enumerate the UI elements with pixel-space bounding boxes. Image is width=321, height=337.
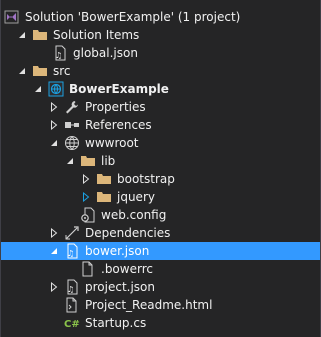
tree-item-properties[interactable]: Properties bbox=[1, 98, 320, 116]
folder-icon bbox=[96, 189, 112, 205]
html-file-icon bbox=[64, 297, 80, 313]
globe-icon bbox=[64, 135, 80, 151]
expanded-arrow-icon[interactable] bbox=[48, 137, 60, 149]
tree-label: .bowerrc bbox=[101, 262, 153, 276]
csharp-file-icon: C# bbox=[64, 315, 80, 331]
tree-label: bower.json bbox=[85, 244, 150, 258]
expanded-arrow-icon[interactable] bbox=[16, 65, 28, 77]
svg-text:♫: ♫ bbox=[55, 51, 62, 60]
web-project-icon bbox=[48, 81, 64, 97]
tree-item-solution[interactable]: Solution 'BowerExample' (1 project) bbox=[1, 8, 320, 26]
tree-label: lib bbox=[101, 154, 116, 168]
tree-label: web.config bbox=[101, 208, 167, 222]
svg-text:C#: C# bbox=[64, 319, 80, 330]
collapsed-arrow-icon[interactable] bbox=[80, 191, 92, 203]
expanded-arrow-icon[interactable] bbox=[48, 245, 60, 257]
tree-label: References bbox=[85, 118, 152, 132]
file-icon bbox=[80, 261, 96, 277]
tree-item-bowerrc[interactable]: .bowerrc bbox=[1, 260, 320, 278]
json-file-icon: ♫ bbox=[64, 243, 80, 259]
dependencies-icon bbox=[64, 225, 80, 241]
tree-label: Solution 'BowerExample' (1 project) bbox=[25, 10, 241, 24]
tree-item-wwwroot[interactable]: wwwroot bbox=[1, 134, 320, 152]
json-file-icon: ♫ bbox=[52, 45, 68, 61]
tree-item-project-json[interactable]: ♫ project.json bbox=[1, 278, 320, 296]
tree-label: Startup.cs bbox=[85, 316, 147, 330]
folder-icon bbox=[32, 27, 48, 43]
tree-label: BowerExample bbox=[69, 82, 169, 96]
tree-label: Solution Items bbox=[53, 28, 140, 42]
tree-label: Project_Readme.html bbox=[85, 298, 213, 312]
collapsed-arrow-icon[interactable] bbox=[48, 119, 60, 131]
tree-item-global-json[interactable]: ♫ global.json bbox=[1, 44, 320, 62]
tree-label: project.json bbox=[85, 280, 155, 294]
tree-label: Dependencies bbox=[85, 226, 171, 240]
solution-icon bbox=[4, 9, 20, 25]
collapsed-arrow-icon[interactable] bbox=[48, 101, 60, 113]
tree-item-dependencies[interactable]: Dependencies bbox=[1, 224, 320, 242]
expanded-arrow-icon[interactable] bbox=[64, 155, 76, 167]
collapsed-arrow-icon[interactable] bbox=[80, 173, 92, 185]
tree-item-references[interactable]: References bbox=[1, 116, 320, 134]
folder-icon bbox=[32, 63, 48, 79]
tree-label: wwwroot bbox=[85, 136, 139, 150]
solution-explorer-tree: Solution 'BowerExample' (1 project) Solu… bbox=[0, 0, 321, 337]
folder-icon bbox=[80, 153, 96, 169]
collapsed-arrow-icon[interactable] bbox=[48, 281, 60, 293]
tree-label: bootstrap bbox=[117, 172, 175, 186]
tree-label: src bbox=[53, 64, 71, 78]
tree-item-lib[interactable]: lib bbox=[1, 152, 320, 170]
tree-item-project-readme[interactable]: Project_Readme.html bbox=[1, 296, 320, 314]
json-file-icon: ♫ bbox=[64, 279, 80, 295]
tree-label: jquery bbox=[117, 190, 155, 204]
tree-item-bower-json[interactable]: ♫ bower.json bbox=[1, 242, 320, 260]
tree-item-bootstrap[interactable]: bootstrap bbox=[1, 170, 320, 188]
tree-item-web-config[interactable]: web.config bbox=[1, 206, 320, 224]
tree-label: global.json bbox=[73, 46, 138, 60]
config-file-icon bbox=[80, 207, 96, 223]
expanded-arrow-icon[interactable] bbox=[32, 83, 44, 95]
wrench-icon bbox=[64, 99, 80, 115]
tree-item-project[interactable]: BowerExample bbox=[1, 80, 320, 98]
expanded-arrow-icon[interactable] bbox=[16, 29, 28, 41]
svg-text:♫: ♫ bbox=[67, 249, 74, 258]
collapsed-arrow-icon[interactable] bbox=[48, 227, 60, 239]
tree-item-solution-items[interactable]: Solution Items bbox=[1, 26, 320, 44]
tree-label: Properties bbox=[85, 100, 146, 114]
svg-text:♫: ♫ bbox=[67, 285, 74, 294]
folder-icon bbox=[96, 171, 112, 187]
tree-item-jquery[interactable]: jquery bbox=[1, 188, 320, 206]
tree-item-startup-cs[interactable]: C# Startup.cs bbox=[1, 314, 320, 332]
references-icon bbox=[64, 117, 80, 133]
tree-item-src[interactable]: src bbox=[1, 62, 320, 80]
